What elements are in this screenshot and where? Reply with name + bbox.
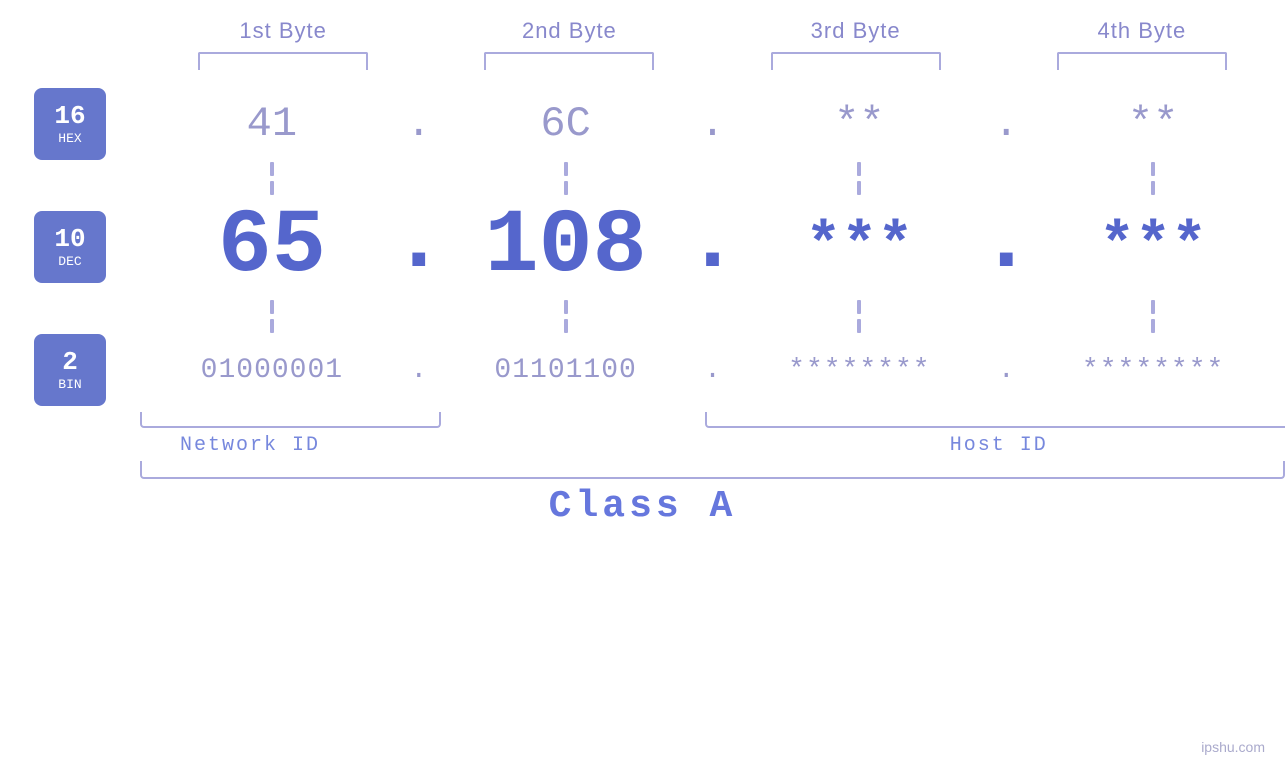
bin-b2: 01101100 xyxy=(434,355,698,386)
sep-dec-1 xyxy=(140,300,404,333)
dec-row: 10 DEC 65 . 108 . *** xyxy=(0,196,1285,298)
dec-dot-3: . xyxy=(991,198,1021,296)
dec-b2: 108 xyxy=(434,196,698,298)
hex-values: 41 . 6C . ** . ** xyxy=(140,100,1285,148)
dec-values: 65 . 108 . *** . *** xyxy=(140,196,1285,298)
top-bracket-1 xyxy=(198,52,368,70)
hex-row: 16 HEX 41 . 6C . ** xyxy=(0,88,1285,160)
sep-3 xyxy=(728,162,992,195)
bracket-cell-2 xyxy=(426,52,712,70)
bin-values: 01000001 . 01101100 . ******** . xyxy=(140,355,1285,386)
hex-dot-2: . xyxy=(698,100,728,148)
hex-b4: ** xyxy=(1021,100,1285,148)
outer-bracket-row xyxy=(0,461,1285,479)
sep-hex-dec xyxy=(0,160,1285,196)
bin-dot-2: . xyxy=(698,355,728,386)
bin-b4: ******** xyxy=(1021,355,1285,386)
top-bracket-4 xyxy=(1057,52,1227,70)
hex-b3: ** xyxy=(728,100,992,148)
badge-hex-box: 16 HEX xyxy=(34,88,106,160)
byte-header-2: 2nd Byte xyxy=(426,18,712,44)
outer-bracket xyxy=(140,461,1285,479)
sep-2 xyxy=(434,162,698,195)
sep-dec-2 xyxy=(434,300,698,333)
hex-dot-3: . xyxy=(991,100,1021,148)
byte-header-1: 1st Byte xyxy=(140,18,426,44)
hex-b2: 6C xyxy=(434,100,698,148)
sep-dec-4 xyxy=(1021,300,1285,333)
hex-dot-1: . xyxy=(404,100,434,148)
dec-dot-1: . xyxy=(404,198,434,296)
class-row: Class A xyxy=(0,485,1285,538)
top-brackets xyxy=(0,52,1285,70)
bracket-cell-1 xyxy=(140,52,426,70)
host-bracket xyxy=(705,412,1285,428)
top-bracket-2 xyxy=(484,52,654,70)
badge-hex: 16 HEX xyxy=(0,88,140,160)
network-bracket xyxy=(140,412,441,428)
badge-dec-box: 10 DEC xyxy=(34,211,106,283)
top-bracket-3 xyxy=(771,52,941,70)
class-label: Class A xyxy=(549,485,737,528)
bin-row: 2 BIN 01000001 . 01101100 . xyxy=(0,334,1285,406)
bracket-cell-4 xyxy=(999,52,1285,70)
hex-b1: 41 xyxy=(140,100,404,148)
bin-b3: ******** xyxy=(728,355,992,386)
dec-b1: 65 xyxy=(140,196,404,298)
byte-header-4: 4th Byte xyxy=(999,18,1285,44)
badge-bin-box: 2 BIN xyxy=(34,334,106,406)
byte-headers: 1st Byte 2nd Byte 3rd Byte 4th Byte xyxy=(0,18,1285,44)
sep-dec-3 xyxy=(728,300,992,333)
watermark: ipshu.com xyxy=(1201,739,1265,755)
network-id-section: Network ID xyxy=(140,412,713,457)
dec-b4: *** xyxy=(1021,213,1285,281)
host-id-label: Host ID xyxy=(950,434,1048,457)
network-id-label: Network ID xyxy=(180,434,320,457)
bin-b1: 01000001 xyxy=(140,355,404,386)
host-id-section: Host ID xyxy=(713,412,1285,457)
bracket-cell-3 xyxy=(713,52,999,70)
sep-4 xyxy=(1021,162,1285,195)
dec-b3: *** xyxy=(728,213,992,281)
bottom-brackets-container: Network ID Host ID xyxy=(0,412,1285,457)
byte-header-3: 3rd Byte xyxy=(713,18,999,44)
main-container: 1st Byte 2nd Byte 3rd Byte 4th Byte 16 xyxy=(0,0,1285,767)
sep-dec-bin xyxy=(0,298,1285,334)
sep-1 xyxy=(140,162,404,195)
dec-dot-2: . xyxy=(698,198,728,296)
bin-dot-3: . xyxy=(991,355,1021,386)
bin-dot-1: . xyxy=(404,355,434,386)
